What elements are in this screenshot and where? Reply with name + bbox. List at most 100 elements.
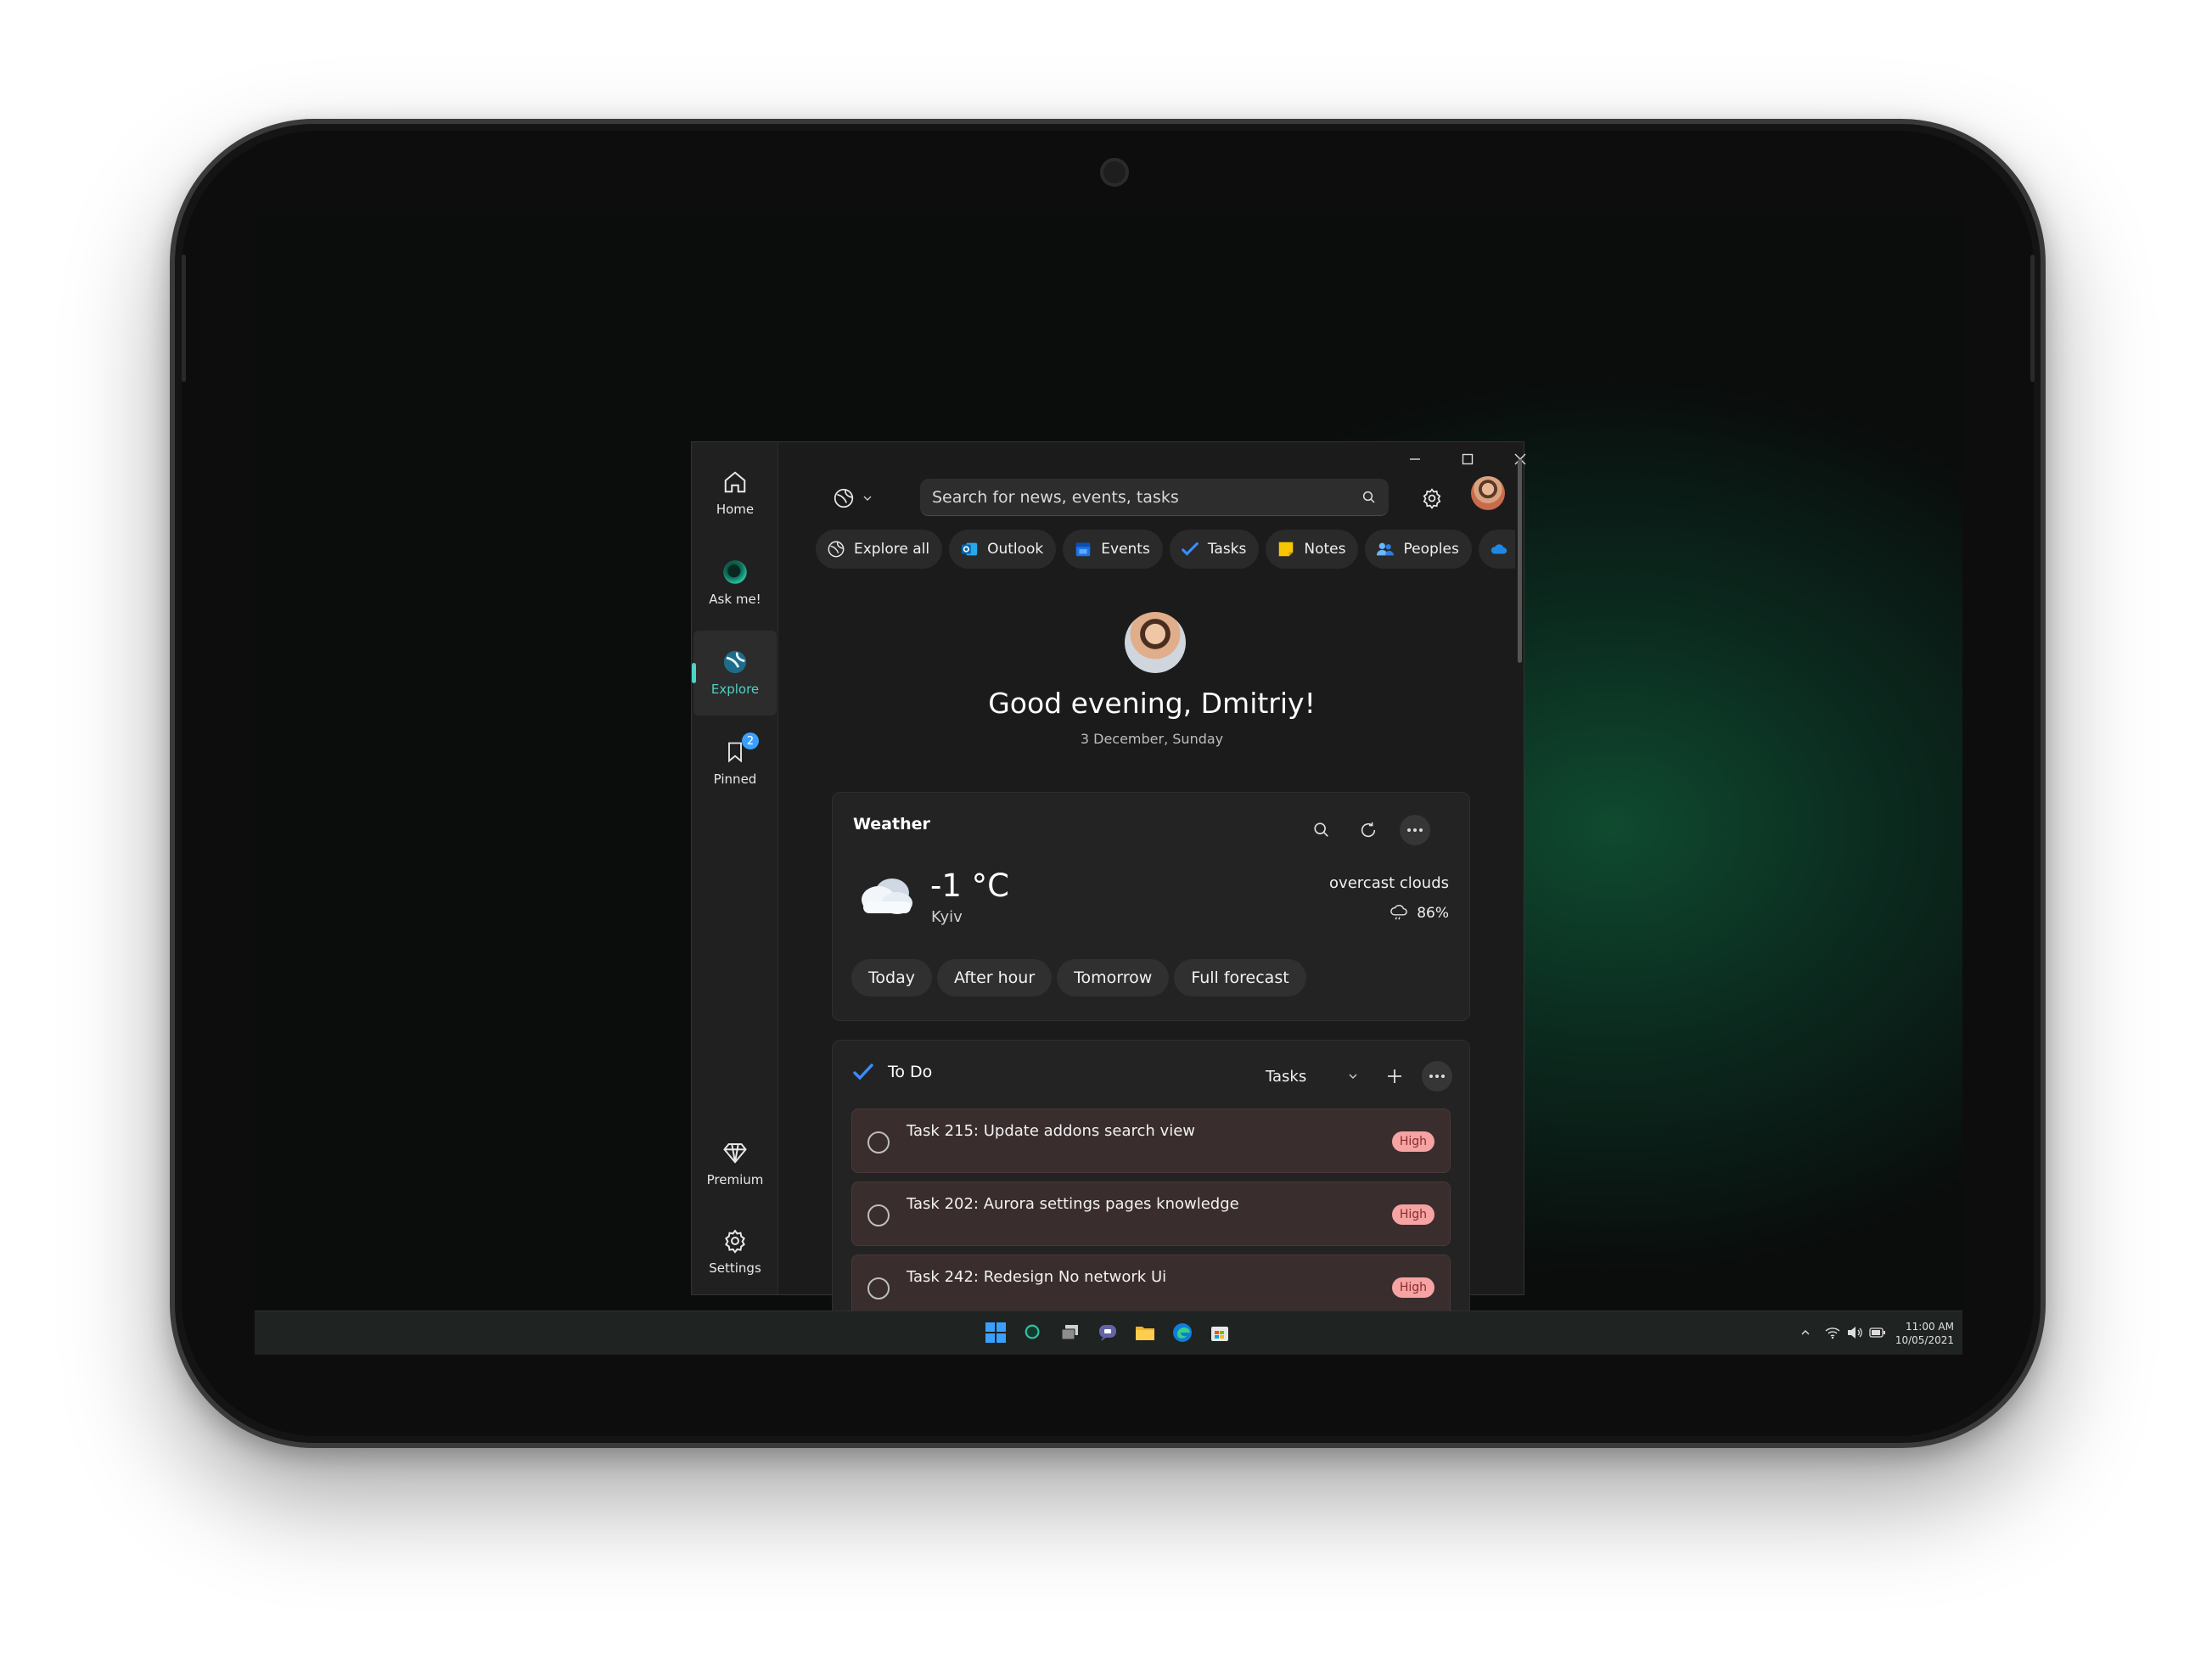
weather-humidity: 86%: [1390, 905, 1449, 922]
nav-item-ask-me[interactable]: Ask me!: [693, 541, 777, 626]
todo-more-button[interactable]: [1422, 1061, 1452, 1092]
search-placeholder: Search for news, events, tasks: [932, 487, 1179, 507]
chevron-down-icon: [863, 496, 872, 501]
chip-notes[interactable]: Notes: [1266, 530, 1359, 569]
maximize-icon: [1462, 453, 1474, 465]
priority-badge: High: [1391, 1131, 1434, 1152]
desktop-screen: Home Ask me! Explore 2 Pinned Premium Se…: [255, 216, 1962, 1355]
chip-tasks[interactable]: Tasks: [1169, 530, 1260, 569]
wifi-icon[interactable]: [1825, 1326, 1840, 1339]
taskbar-search-button[interactable]: [1022, 1322, 1044, 1344]
edge-browser-button[interactable]: [1171, 1322, 1193, 1344]
folder-icon: [1136, 1327, 1154, 1340]
maximize-button[interactable]: [1451, 447, 1485, 471]
priority-badge: High: [1391, 1204, 1434, 1225]
front-camera: [1100, 158, 1129, 187]
chip-explore-all[interactable]: Explore all: [816, 530, 943, 569]
add-task-button[interactable]: [1379, 1061, 1410, 1092]
more-horizontal-icon: [1407, 828, 1423, 832]
task-complete-checkbox[interactable]: [867, 1131, 890, 1153]
nav-item-home[interactable]: Home: [693, 451, 777, 536]
search-input[interactable]: Search for news, events, tasks: [920, 479, 1389, 516]
rain-cloud-icon: [1390, 905, 1408, 920]
refresh-icon: [1361, 822, 1376, 838]
taskbar-clock[interactable]: 11:00 AM 10/05/2021: [1893, 1320, 1954, 1347]
tab-after-hour[interactable]: After hour: [936, 959, 1053, 996]
chevron-up-icon[interactable]: [1799, 1327, 1811, 1339]
nav-label-pinned: Pinned: [713, 772, 757, 787]
chip-peoples[interactable]: Peoples: [1365, 530, 1472, 569]
weather-refresh-button[interactable]: [1353, 815, 1384, 845]
volume-icon[interactable]: [1847, 1326, 1862, 1339]
start-button[interactable]: [985, 1322, 1007, 1344]
explore-icon: [723, 650, 747, 674]
nav-label-explore: Explore: [710, 682, 760, 697]
weather-more-button[interactable]: [1400, 815, 1430, 845]
nav-item-pinned[interactable]: 2 Pinned: [693, 721, 777, 805]
chat-icon: [1099, 1325, 1116, 1341]
chip-label: Peoples: [1403, 541, 1459, 558]
checkmark-icon: [1181, 540, 1199, 558]
profile-avatar: [1125, 612, 1186, 673]
teams-chat-button[interactable]: [1097, 1322, 1119, 1344]
task-complete-checkbox[interactable]: [867, 1277, 890, 1299]
nav-item-premium[interactable]: Premium: [693, 1121, 777, 1206]
chip-label: Events: [1101, 541, 1150, 558]
window-scrollbar[interactable]: [1518, 459, 1522, 663]
clock-date: 10/05/2021: [1895, 1334, 1954, 1346]
feed-selector-dropdown[interactable]: [828, 483, 879, 514]
more-horizontal-icon: [1429, 1075, 1445, 1078]
explore-outline-icon: [834, 488, 854, 508]
task-item[interactable]: Task 242: Redesign No network Ui High: [851, 1254, 1451, 1319]
user-avatar[interactable]: [1471, 476, 1505, 510]
weather-humidity-value: 86%: [1417, 905, 1449, 922]
chip-label: Notes: [1304, 541, 1346, 558]
greeting-title: Good evening, Dmitriy!: [988, 687, 1316, 720]
task-view-button[interactable]: [1059, 1322, 1081, 1344]
weather-search-button[interactable]: [1306, 815, 1337, 845]
people-icon: [1376, 540, 1395, 558]
task-complete-checkbox[interactable]: [867, 1204, 890, 1226]
category-chips: Explore all Outlook Events Tasks Notes P…: [816, 530, 1515, 572]
search-icon: [1362, 491, 1375, 503]
gear-icon: [1423, 488, 1441, 509]
nav-item-settings[interactable]: Settings: [693, 1210, 777, 1294]
minimize-button[interactable]: [1398, 447, 1432, 471]
chip-outlook[interactable]: Outlook: [949, 530, 1057, 569]
task-title: Task 242: Redesign No network Ui: [907, 1268, 1167, 1286]
gear-icon: [725, 1229, 745, 1254]
task-title: Task 202: Aurora settings pages knowledg…: [907, 1195, 1239, 1213]
chip-more[interactable]: [1478, 530, 1515, 569]
weather-city: Kyiv: [931, 908, 963, 926]
settings-button[interactable]: [1415, 481, 1449, 515]
file-explorer-button[interactable]: [1134, 1322, 1156, 1344]
chip-events[interactable]: Events: [1063, 530, 1163, 569]
todo-list-selector[interactable]: Tasks: [1266, 1061, 1359, 1092]
todo-list-selector-label: Tasks: [1266, 1067, 1307, 1086]
nav-item-explore[interactable]: Explore: [692, 631, 777, 716]
app-window: Home Ask me! Explore 2 Pinned Premium Se…: [691, 441, 1526, 1320]
task-item[interactable]: Task 215: Update addons search view High: [851, 1109, 1451, 1173]
task-item[interactable]: Task 202: Aurora settings pages knowledg…: [851, 1181, 1451, 1246]
tab-tomorrow[interactable]: Tomorrow: [1057, 959, 1170, 996]
weather-title: Weather: [853, 815, 930, 834]
task-view-icon: [1061, 1325, 1078, 1340]
greeting-date: 3 December, Sunday: [1080, 731, 1224, 747]
tab-today[interactable]: Today: [851, 959, 932, 996]
nav-label-settings: Settings: [709, 1260, 761, 1276]
store-icon: [1211, 1327, 1228, 1341]
task-title: Task 215: Update addons search view: [907, 1122, 1195, 1140]
calendar-icon: [1074, 540, 1092, 558]
explore-icon: [827, 540, 845, 558]
battery-icon[interactable]: [1869, 1327, 1886, 1338]
outlook-icon: [960, 540, 979, 558]
tab-full-forecast[interactable]: Full forecast: [1174, 959, 1306, 996]
assistant-orb-icon: [723, 560, 747, 584]
nav-label-premium: Premium: [706, 1172, 764, 1187]
home-icon: [724, 471, 746, 493]
store-button[interactable]: [1209, 1322, 1231, 1344]
weather-temperature: -1 °C: [930, 867, 1009, 904]
sticky-note-icon: [1277, 540, 1295, 558]
chevron-down-icon: [1349, 1074, 1357, 1079]
nav-label-home: Home: [716, 502, 755, 517]
